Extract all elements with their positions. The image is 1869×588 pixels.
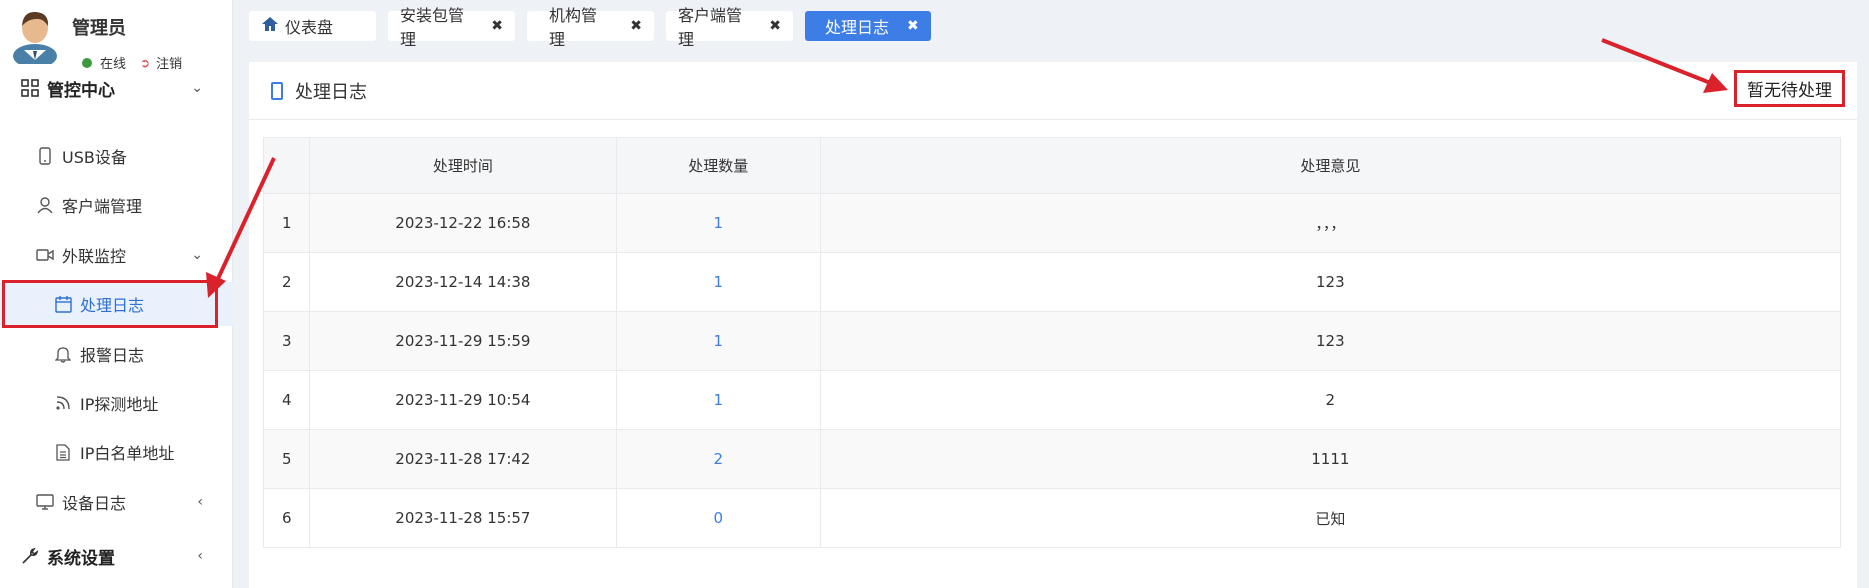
table-row: 2 2023-12-14 14:38 1 123 (263, 252, 1842, 312)
cell-count[interactable]: 0 (615, 488, 821, 548)
chevron-down-icon: ⌄ (191, 80, 203, 96)
menu-group-admin-label: 管控中心 (47, 80, 115, 101)
home-icon (261, 16, 279, 36)
menu-group-system[interactable]: 系统设置 ‹ (0, 536, 233, 576)
cell-opinion: 123 (819, 311, 1842, 371)
online-dot-icon (82, 57, 92, 68)
table-row: 6 2023-11-28 15:57 0 已知 (263, 488, 1842, 548)
cell-opinion: ，，， (819, 193, 1842, 253)
cell-opinion: 123 (819, 252, 1842, 312)
menu-group-admin[interactable]: 管控中心 ⌄ (0, 68, 233, 108)
tab-dashboard-label: 仪表盘 (285, 18, 334, 37)
sidebar-item-device-log-label: 设备日志 (62, 494, 127, 513)
cell-count[interactable]: 1 (615, 311, 821, 371)
rss-icon (54, 394, 72, 412)
tab-process-log[interactable]: 处理日志 ✖ (805, 11, 931, 41)
sidebar: 管理员 在线 ➲ 注销 管控中心 ⌄ USB设备 客户端管理 外联监控 ⌄ 处理… (0, 0, 233, 588)
cell-count[interactable]: 2 (615, 429, 821, 489)
column-header-opinion: 处理意见 (819, 137, 1842, 194)
cell-opinion: 1111 (819, 429, 1842, 489)
close-icon[interactable]: ✖ (769, 18, 781, 34)
tab-client-management[interactable]: 客户端管理 ✖ (666, 6, 793, 49)
sidebar-item-process-log[interactable]: 处理日志 (0, 282, 233, 326)
monitor-icon (36, 493, 54, 511)
calendar-icon (54, 295, 72, 313)
menu-group-system-label: 系统设置 (47, 548, 115, 569)
chevron-left-icon: ‹ (197, 494, 203, 510)
cell-count[interactable]: 1 (615, 193, 821, 253)
cell-index: 4 (263, 370, 310, 430)
column-header-count: 处理数量 (615, 137, 821, 194)
panel-header: 处理日志 暂无待处理 (249, 62, 1857, 120)
cell-time: 2023-12-14 14:38 (308, 252, 617, 312)
cell-time: 2023-11-29 15:59 (308, 311, 617, 371)
sidebar-item-client-label: 客户端管理 (62, 197, 143, 216)
page-title: 处理日志 (271, 78, 367, 104)
cell-time: 2023-11-29 10:54 (308, 370, 617, 430)
cell-opinion: 2 (819, 370, 1842, 430)
chevron-left-icon: ‹ (197, 548, 203, 564)
sidebar-item-ip-probe-label: IP探测地址 (80, 395, 159, 414)
tab-org-management[interactable]: 机构管理 ✖ (527, 6, 654, 49)
tab-client-management-label: 客户端管理 (678, 6, 743, 49)
cell-count[interactable]: 1 (615, 370, 821, 430)
sidebar-item-ip-probe[interactable]: IP探测地址 (0, 381, 233, 425)
tab-process-log-label: 处理日志 (825, 18, 890, 37)
sidebar-item-alarm-log[interactable]: 报警日志 (0, 332, 233, 376)
sidebar-item-device-log[interactable]: 设备日志 ‹ (0, 480, 233, 524)
camera-icon (36, 246, 54, 264)
chevron-down-icon: ⌄ (191, 247, 203, 263)
user-icon (36, 196, 54, 214)
tab-install-package-label: 安装包管理 (400, 6, 465, 49)
file-icon (54, 443, 72, 461)
close-icon[interactable]: ✖ (630, 18, 642, 34)
sidebar-item-ip-whitelist[interactable]: IP白名单地址 (0, 430, 233, 474)
grid-icon (20, 78, 40, 98)
avatar (13, 11, 57, 64)
process-log-table: 处理时间 处理数量 处理意见 1 2023-12-22 16:58 1 ，，， … (263, 137, 1842, 548)
sidebar-item-client[interactable]: 客户端管理 (0, 183, 233, 227)
table-row: 3 2023-11-29 15:59 1 123 (263, 311, 1842, 371)
wrench-icon (20, 546, 40, 566)
close-icon[interactable]: ✖ (491, 18, 503, 34)
cell-index: 3 (263, 311, 310, 371)
tab-install-package[interactable]: 安装包管理 ✖ (388, 6, 515, 49)
table-row: 1 2023-12-22 16:58 1 ，，， (263, 193, 1842, 253)
main-panel: 处理日志 暂无待处理 处理时间 处理数量 处理意见 1 2023-12-22 1… (249, 62, 1857, 588)
phone-icon (36, 147, 54, 165)
cell-index: 2 (263, 252, 310, 312)
table-header-row: 处理时间 处理数量 处理意见 (263, 137, 1842, 194)
tab-bar: 仪表盘 安装包管理 ✖ 机构管理 ✖ 客户端管理 ✖ 处理日志 ✖ (249, 6, 943, 49)
table-row: 4 2023-11-29 10:54 1 2 (263, 370, 1842, 430)
cell-time: 2023-11-28 15:57 (308, 488, 617, 548)
bell-icon (54, 345, 72, 363)
table-row: 5 2023-11-28 17:42 2 1111 (263, 429, 1842, 489)
cell-index: 5 (263, 429, 310, 489)
tab-dashboard[interactable]: 仪表盘 (249, 11, 376, 41)
column-header-time: 处理时间 (308, 137, 617, 194)
pending-button[interactable]: 暂无待处理 (1734, 70, 1845, 107)
sidebar-item-external-monitor[interactable]: 外联监控 ⌄ (0, 233, 233, 277)
page-title-text: 处理日志 (295, 82, 367, 103)
user-panel: 管理员 在线 ➲ 注销 (10, 6, 230, 72)
tablet-icon (271, 82, 283, 100)
cell-time: 2023-12-22 16:58 (308, 193, 617, 253)
user-name: 管理员 (72, 18, 126, 39)
sidebar-item-process-log-label: 处理日志 (80, 296, 145, 315)
sidebar-item-ip-whitelist-label: IP白名单地址 (80, 444, 175, 463)
cell-time: 2023-11-28 17:42 (308, 429, 617, 489)
sidebar-item-usb-label: USB设备 (62, 148, 127, 167)
column-header-index (263, 137, 310, 194)
tab-org-management-label: 机构管理 (549, 6, 598, 49)
close-icon[interactable]: ✖ (907, 18, 919, 34)
cell-index: 1 (263, 193, 310, 253)
sidebar-item-alarm-log-label: 报警日志 (80, 346, 145, 365)
cell-count[interactable]: 1 (615, 252, 821, 312)
cell-index: 6 (263, 488, 310, 548)
sidebar-item-usb[interactable]: USB设备 (0, 134, 233, 178)
sidebar-item-external-monitor-label: 外联监控 (62, 247, 127, 266)
cell-opinion: 已知 (819, 488, 1842, 548)
